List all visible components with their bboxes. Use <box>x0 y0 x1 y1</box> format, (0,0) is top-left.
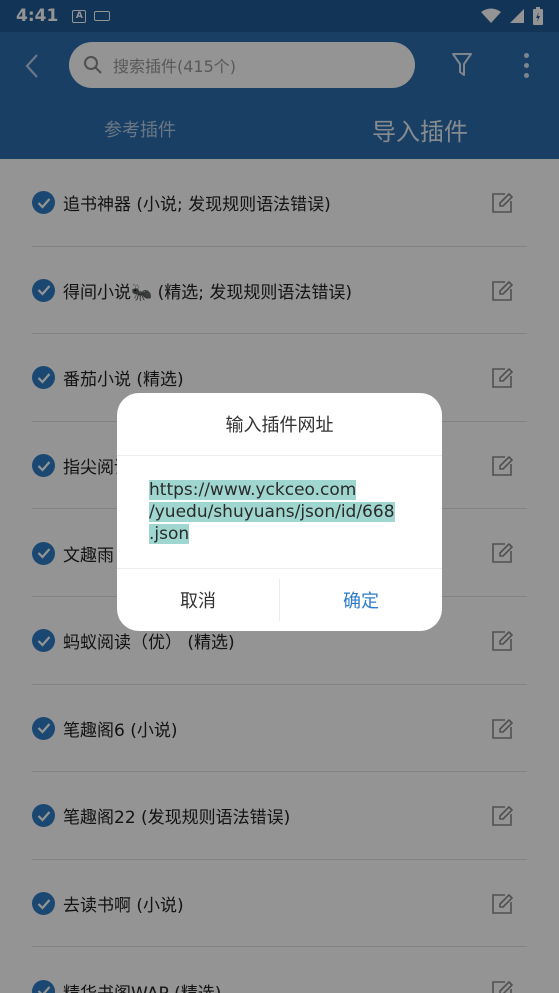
screen: 4:41 A 搜索插件(415个) 参考插件 导入插件 追书神器 (小说; 发现… <box>0 0 559 993</box>
import-url-dialog: 输入插件网址 https://www.yckceo.com /yuedu/shu… <box>117 393 442 631</box>
url-text-line: /yuedu/shuyuans/json/id/668 <box>149 502 395 522</box>
url-text-line: https://www.yckceo.com <box>149 480 357 500</box>
divider <box>117 455 442 456</box>
cancel-button[interactable]: 取消 <box>117 569 279 631</box>
url-text-line: .json <box>149 524 190 544</box>
confirm-button[interactable]: 确定 <box>280 569 442 631</box>
url-input[interactable]: https://www.yckceo.com /yuedu/shuyuans/j… <box>149 479 410 545</box>
dialog-title: 输入插件网址 <box>225 415 334 436</box>
